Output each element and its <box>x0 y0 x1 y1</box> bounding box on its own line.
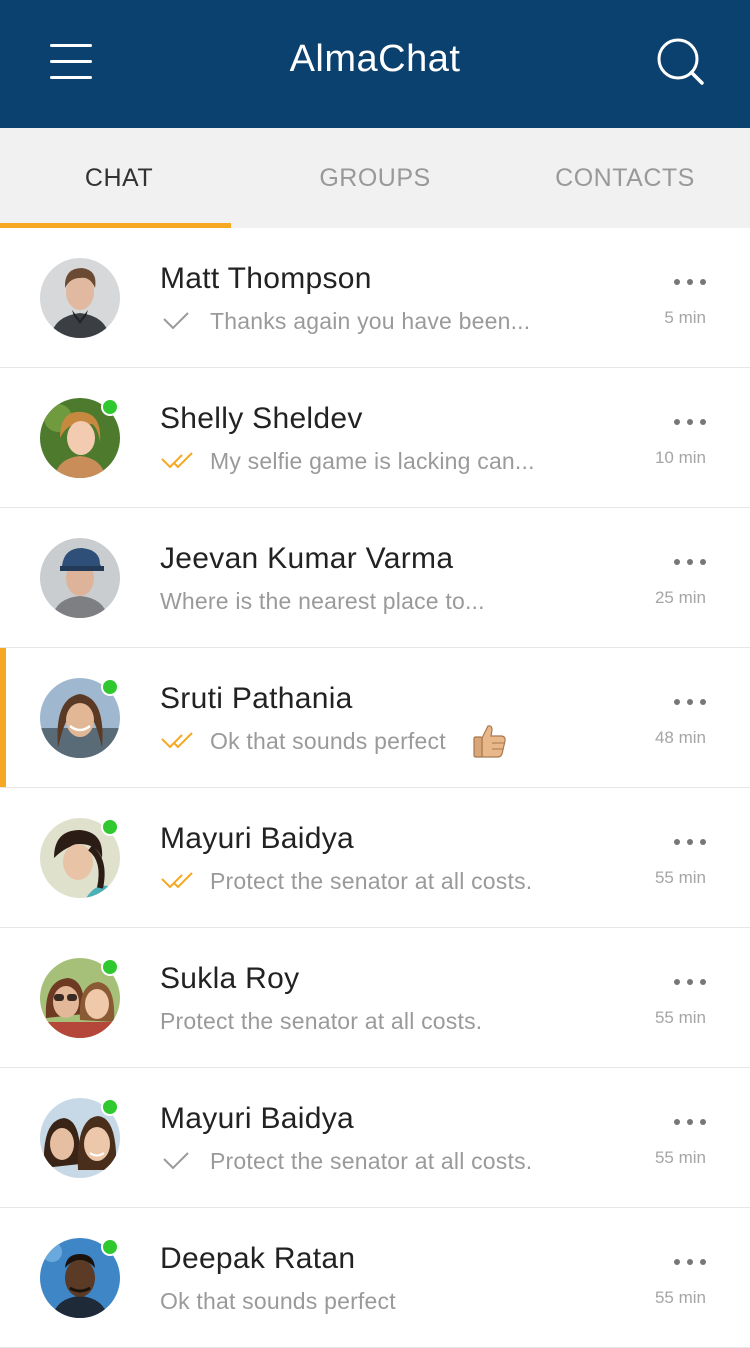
avatar <box>40 538 120 618</box>
search-icon[interactable] <box>656 38 706 88</box>
message-preview: Protect the senator at all costs. <box>160 866 532 896</box>
avatar <box>40 258 120 338</box>
sent-check-icon <box>163 1152 189 1170</box>
more-options-icon[interactable] <box>674 416 706 428</box>
chat-row[interactable]: Jeevan Kumar Varma Where is the nearest … <box>0 508 750 648</box>
contact-name: Sukla Roy <box>160 962 300 995</box>
timestamp: 55 min <box>654 1008 706 1027</box>
online-indicator <box>101 818 119 836</box>
read-double-check-icon <box>161 872 193 889</box>
message-preview: Thanks again you have been... <box>160 306 530 336</box>
chat-row[interactable]: Mayuri Baidya Protect the senator at all… <box>0 1068 750 1208</box>
message-preview-text: Ok that sounds perfect <box>160 1287 396 1314</box>
chat-row[interactable]: Matt Thompson Thanks again you have been… <box>0 228 750 368</box>
contact-name: Matt Thompson <box>160 262 372 295</box>
contact-name: Deepak Ratan <box>160 1242 356 1275</box>
chat-list: Matt Thompson Thanks again you have been… <box>0 228 750 1348</box>
message-preview-text: Protect the senator at all costs. <box>210 1147 533 1174</box>
message-preview: Ok that sounds perfect <box>160 725 508 758</box>
tab-contacts[interactable]: CONTACTS <box>500 128 750 228</box>
chat-row[interactable]: Mayuri Baidya Protect the senator at all… <box>0 788 750 928</box>
timestamp: 55 min <box>654 1288 706 1307</box>
contact-name: Sruti Pathania <box>160 682 353 715</box>
tab-bar: CHAT GROUPS CONTACTS <box>0 128 750 228</box>
message-preview: Protect the senator at all costs. <box>160 1006 482 1036</box>
message-preview-text: Protect the senator at all costs. <box>160 1007 483 1034</box>
online-indicator <box>101 958 119 976</box>
more-options-icon[interactable] <box>674 556 706 568</box>
read-double-check-icon <box>161 452 193 469</box>
contact-name: Shelly Sheldev <box>160 402 363 435</box>
message-preview: Protect the senator at all costs. <box>160 1146 532 1176</box>
timestamp: 48 min <box>654 728 706 747</box>
timestamp: 55 min <box>654 1148 706 1167</box>
chat-row[interactable]: Sukla Roy Protect the senator at all cos… <box>0 928 750 1068</box>
online-indicator <box>101 398 119 416</box>
more-options-icon[interactable] <box>674 976 706 988</box>
message-preview-text: Where is the nearest place to... <box>160 587 485 614</box>
thumbs-up-icon <box>473 725 506 758</box>
sent-check-icon <box>163 312 189 330</box>
contact-name: Jeevan Kumar Varma <box>160 542 454 575</box>
message-preview-text: Ok that sounds perfect <box>210 727 446 754</box>
more-options-icon[interactable] <box>674 836 706 848</box>
timestamp: 10 min <box>654 448 706 467</box>
chat-row[interactable]: Shelly Sheldev My selfie game is lacking… <box>0 368 750 508</box>
timestamp: 5 min <box>664 308 706 327</box>
more-options-icon[interactable] <box>674 276 706 288</box>
tab-groups[interactable]: GROUPS <box>250 128 500 228</box>
chat-row[interactable]: Sruti Pathania Ok that sounds perfect 48… <box>0 648 750 788</box>
contact-name: Mayuri Baidya <box>160 822 354 855</box>
online-indicator <box>101 1238 119 1256</box>
online-indicator <box>101 678 119 696</box>
message-preview-text: Protect the senator at all costs. <box>210 867 533 894</box>
message-preview: Ok that sounds perfect <box>160 1286 396 1316</box>
app-title: AlmaChat <box>289 38 461 80</box>
message-preview: Where is the nearest place to... <box>160 586 485 616</box>
chat-row[interactable]: Deepak Ratan Ok that sounds perfect 55 m… <box>0 1208 750 1348</box>
more-options-icon[interactable] <box>674 1116 706 1128</box>
online-indicator <box>101 1098 119 1116</box>
app-header: AlmaChat <box>0 0 750 128</box>
contact-name: Mayuri Baidya <box>160 1102 354 1135</box>
timestamp: 55 min <box>654 868 706 887</box>
read-double-check-icon <box>161 732 193 749</box>
more-options-icon[interactable] <box>674 696 706 708</box>
more-options-icon[interactable] <box>674 1256 706 1268</box>
message-preview-text: Thanks again you have been... <box>210 307 531 334</box>
tab-chat[interactable]: CHAT <box>0 128 238 228</box>
message-preview: My selfie game is lacking can... <box>160 446 535 476</box>
message-preview-text: My selfie game is lacking can... <box>210 447 535 474</box>
timestamp: 25 min <box>654 588 706 607</box>
